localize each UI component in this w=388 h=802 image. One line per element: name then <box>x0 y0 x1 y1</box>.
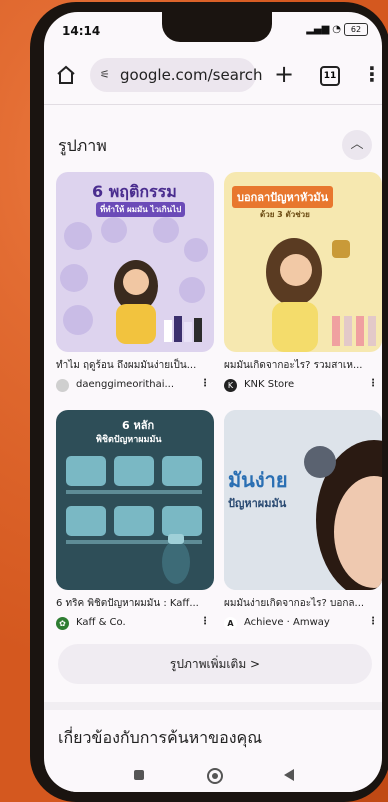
tab-switcher-button[interactable]: 11 <box>320 66 340 86</box>
result-caption[interactable]: 6 ทริค พิชิตปัญหาผมมัน : Kaff... <box>56 596 214 611</box>
more-options-icon[interactable]: ⋮ <box>200 378 210 389</box>
back-icon[interactable] <box>284 769 294 781</box>
result-thumbnail[interactable]: 6 พฤติกรรม ที่ทำให้ ผมมัน ไวเกินไป <box>56 172 214 352</box>
chevron-up-icon[interactable]: ︿ <box>342 130 372 160</box>
address-bar[interactable]: ⚟ google.com/search <box>90 58 262 92</box>
more-options-icon[interactable]: ⋮ <box>200 616 210 627</box>
result-thumbnail[interactable]: มันง่าย ปัญหาผมมัน <box>224 410 382 590</box>
source-name: KNK Store <box>244 379 295 390</box>
signal-icon: ▂▄▆ <box>306 24 330 35</box>
thumbnail-illustration <box>60 217 208 344</box>
section-divider <box>44 702 382 710</box>
thumbnail-subtitle: ที่ทำให้ ผมมัน ไวเกินไป <box>96 202 186 217</box>
wifi-icon: ◔ <box>332 24 341 35</box>
url-text: google.com/search <box>120 66 263 84</box>
recent-apps-icon[interactable] <box>134 770 144 780</box>
phone-screen: 14:14 ▂▄▆ ◔ 62 ⚟ google.com/search + 11 … <box>44 12 382 792</box>
kebab-menu-icon[interactable]: ⋮ <box>362 62 382 86</box>
more-options-icon[interactable]: ⋮ <box>368 616 378 627</box>
status-time: 14:14 <box>62 24 101 38</box>
home-icon[interactable] <box>56 65 76 85</box>
result-caption[interactable]: ผมมันง่ายเกิดจากอะไร? บอกล... <box>224 596 382 611</box>
new-tab-icon[interactable]: + <box>274 60 294 88</box>
browser-toolbar: ⚟ google.com/search + 11 ⋮ <box>44 52 382 98</box>
source-favicon-icon: A <box>224 617 237 630</box>
thumbnail-title: บอกลาปัญหาหัวมัน <box>232 186 334 208</box>
images-section-title: รูปภาพ <box>58 136 107 155</box>
result-thumbnail[interactable]: บอกลาปัญหาหัวมัน ด้วย 3 ตัวช่วย <box>224 172 382 352</box>
result-caption[interactable]: ทำไม ฤดูร้อน ถึงผมมันง่ายเป็น... <box>56 358 214 373</box>
camera-notch <box>162 12 272 42</box>
related-searches-title: เกี่ยวข้องกับการค้นหาของคุณ <box>58 728 263 747</box>
result-source[interactable]: K KNK Store ⋮ <box>224 378 382 394</box>
source-favicon-icon <box>56 379 69 392</box>
result-source[interactable]: daenggimeorithai... ⋮ <box>56 378 214 394</box>
system-nav-bar <box>44 768 382 792</box>
source-name: Achieve · Amway <box>244 617 330 628</box>
source-name: Kaff & Co. <box>76 617 126 628</box>
status-icons: ▂▄▆ ◔ 62 <box>306 23 368 36</box>
thumbnail-title: มันง่าย <box>228 468 288 492</box>
thumbnail-illustration <box>66 456 202 584</box>
source-name: daenggimeorithai... <box>76 379 175 390</box>
thumbnail-subtitle: พิชิตปัญหาผมมัน <box>96 435 162 445</box>
home-button-icon[interactable] <box>207 768 223 784</box>
source-favicon-icon: K <box>224 379 237 392</box>
more-images-button[interactable]: รูปภาพเพิ่มเติม > <box>58 644 372 684</box>
thumbnail-illustration <box>266 238 376 352</box>
source-favicon-icon: ✿ <box>56 617 69 630</box>
toolbar-divider <box>44 104 382 105</box>
result-caption[interactable]: ผมมันเกิดจากอะไร? รวมสาเห... <box>224 358 382 373</box>
site-settings-icon[interactable]: ⚟ <box>100 58 110 92</box>
more-options-icon[interactable]: ⋮ <box>368 378 378 389</box>
battery-icon: 62 <box>344 23 368 36</box>
thumbnail-subtitle: ปัญหาผมมัน <box>228 497 287 510</box>
result-source[interactable]: A Achieve · Amway ⋮ <box>224 616 382 632</box>
result-thumbnail[interactable]: 6 หลัก พิชิตปัญหาผมมัน <box>56 410 214 590</box>
result-source[interactable]: ✿ Kaff & Co. ⋮ <box>56 616 214 632</box>
